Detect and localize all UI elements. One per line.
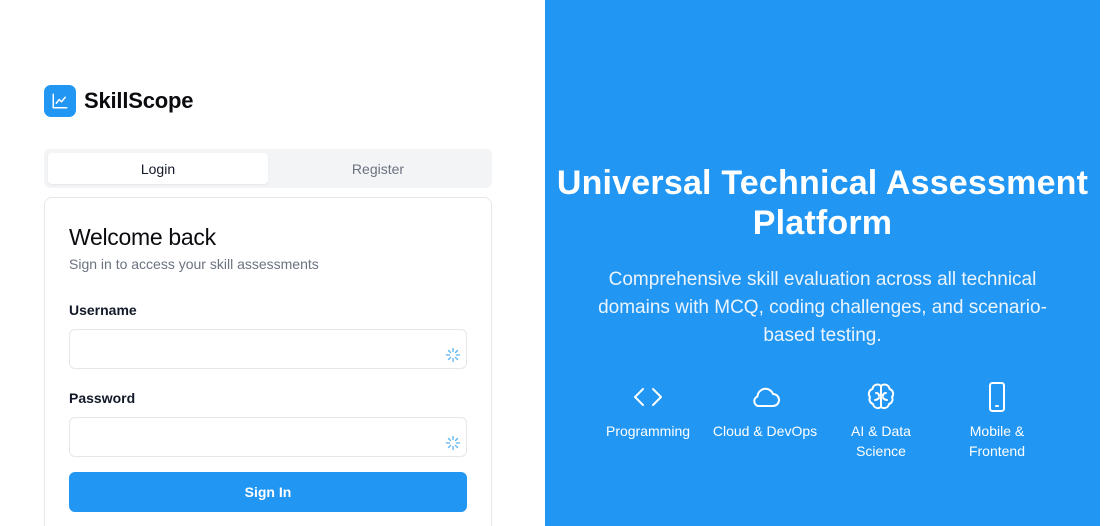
tab-register[interactable]: Register [268,153,488,184]
code-icon [634,388,662,406]
feature-programming: Programming [593,380,703,441]
card-title: Welcome back [69,224,216,250]
username-label: Username [69,302,137,318]
hero-panel: Universal Technical Assessment Platform … [545,0,1100,526]
login-card: Welcome back Sign in to access your skil… [44,197,492,526]
password-manager-icon[interactable] [445,435,461,451]
auth-tabs: Login Register [44,149,492,188]
feature-label: Mobile & Frontend [968,423,1026,459]
password-field-wrapper [69,417,467,457]
password-input[interactable] [70,418,466,456]
feature-label: Programming [605,423,691,439]
cloud-icon [753,387,780,407]
password-label: Password [69,390,136,406]
smartphone-icon [989,382,1005,412]
brand-name: SkillScope [84,88,194,113]
card-subtitle: Sign in to access your skill assessments [69,256,319,272]
tab-login[interactable]: Login [48,153,268,184]
chart-line-icon [44,85,76,117]
auth-panel: SkillScope Login Register Welcome back S… [0,0,545,526]
feature-mobile-frontend: Mobile & Frontend [942,380,1052,461]
username-input[interactable] [70,330,466,368]
feature-label: Cloud & DevOps [712,423,818,439]
feature-cloud-devops: Cloud & DevOps [710,380,820,441]
brand: SkillScope [44,85,193,117]
brain-icon [867,383,895,410]
hero-title: Universal Technical Assessment Platform [556,164,1089,242]
password-manager-icon[interactable] [445,347,461,363]
feature-ai-data-science: AI & Data Science [826,380,936,461]
feature-label: AI & Data Science [851,423,911,459]
hero-description: Comprehensive skill evaluation across al… [598,269,1047,346]
username-field-wrapper [69,329,467,369]
sign-in-button[interactable]: Sign In [69,472,467,512]
scrollbar-track[interactable] [1100,0,1111,526]
